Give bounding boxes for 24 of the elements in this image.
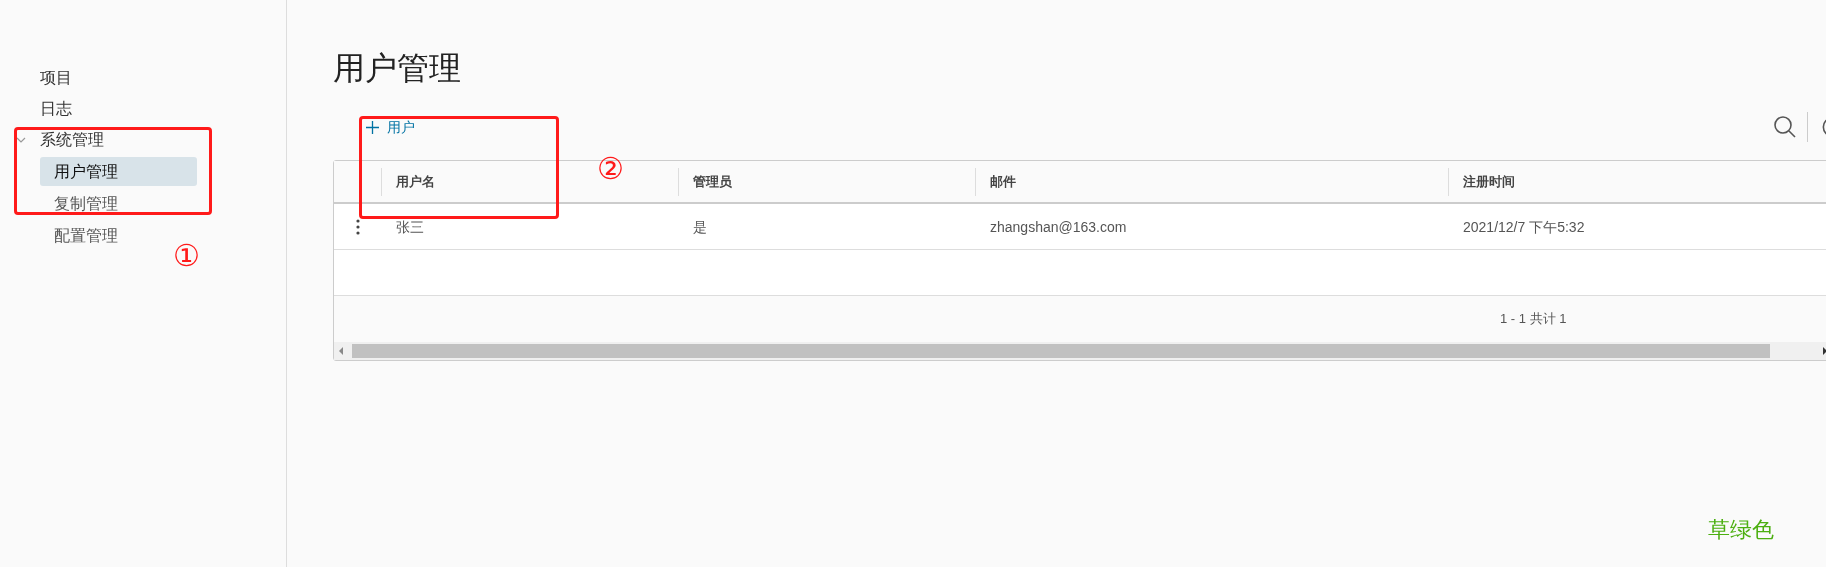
column-header[interactable]: 用户名 bbox=[396, 171, 435, 192]
column-header[interactable]: 注册时间 bbox=[1463, 171, 1515, 192]
annotation-number: ② bbox=[597, 151, 624, 187]
annotation-number: ① bbox=[173, 238, 200, 274]
table-cell: 2021/12/7 下午5:32 bbox=[1463, 218, 1585, 235]
sidebar-item[interactable]: 用户管理 bbox=[40, 157, 197, 186]
search-icon[interactable] bbox=[1773, 115, 1797, 139]
sidebar-item[interactable]: 系统管理 bbox=[40, 125, 104, 154]
plus-icon bbox=[366, 120, 379, 134]
column-header[interactable]: 邮件 bbox=[990, 171, 1016, 192]
sidebar-item[interactable]: 复制管理 bbox=[40, 189, 197, 218]
sidebar-item[interactable]: 日志 bbox=[40, 94, 72, 123]
pagination-text: 1 - 1 共计 1 bbox=[1500, 310, 1567, 329]
annotation-note: 草绿色 bbox=[1708, 516, 1774, 544]
sidebar-item[interactable]: 项目 bbox=[40, 63, 72, 92]
more-icon[interactable] bbox=[355, 218, 360, 235]
add-user-button[interactable]: 用户 bbox=[366, 113, 415, 141]
column-header[interactable]: 管理员 bbox=[693, 171, 732, 192]
table-cell: 是 bbox=[693, 218, 707, 235]
horizontal-scrollbar[interactable] bbox=[334, 342, 1826, 360]
scrollbar-thumb[interactable] bbox=[352, 344, 1770, 358]
table-cell: zhangshan@163.com bbox=[990, 218, 1127, 235]
table-cell: 张三 bbox=[396, 218, 424, 235]
page-title: 用户管理 bbox=[333, 49, 461, 88]
